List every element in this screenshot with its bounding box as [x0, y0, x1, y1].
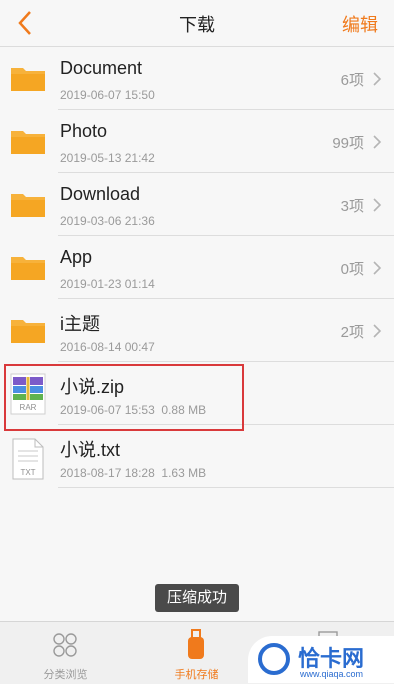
file-size: 1.63 MB — [161, 466, 207, 480]
file-row-photo[interactable]: Photo 2019-05-13 21:42 99项 — [0, 110, 394, 173]
file-date: 2019-01-23 01:14 — [60, 277, 155, 291]
tab-label: 手机存储 — [174, 669, 219, 681]
item-count: 0项 — [340, 261, 364, 278]
watermark: 恰卡网 www.qiaqa.com — [248, 636, 394, 683]
folder-icon — [11, 257, 45, 280]
row-divider — [58, 487, 394, 488]
item-count: 3项 — [340, 198, 364, 215]
file-date: 2019-06-07 15:50 — [60, 88, 155, 102]
file-date: 2019-05-13 21:42 — [60, 151, 155, 165]
file-meta: 2018-08-17 18:28 1.63 MB — [60, 466, 206, 480]
toast-message: 压缩成功 — [155, 584, 239, 612]
grid-icon — [53, 633, 77, 657]
file-name: 小说.txt — [60, 440, 121, 460]
folder-icon — [11, 320, 45, 343]
file-date: 2019-03-06 21:36 — [60, 214, 155, 228]
page-title: 下载 — [179, 15, 215, 35]
file-date: 2016-08-14 00:47 — [60, 340, 155, 354]
watermark-url: www.qiaqa.com — [300, 669, 364, 679]
file-row-document[interactable]: Document 2019-06-07 15:50 6项 — [0, 47, 394, 110]
tab-label: 分类浏览 — [43, 669, 88, 681]
item-count: 99项 — [332, 135, 364, 152]
txt-icon: TXT — [12, 438, 44, 480]
highlight-box — [4, 364, 244, 431]
file-row-download[interactable]: Download 2019-03-06 21:36 3项 — [0, 173, 394, 236]
file-name: App — [60, 247, 93, 267]
chevron-right-icon — [373, 261, 382, 275]
file-name: Photo — [60, 121, 108, 141]
chevron-right-icon — [373, 135, 382, 149]
file-row-app[interactable]: App 2019-01-23 01:14 0项 — [0, 236, 394, 299]
edit-button[interactable]: 编辑 — [342, 11, 378, 37]
file-row-i-theme[interactable]: i主题 2016-08-14 00:47 2项 — [0, 299, 394, 362]
file-name: Document — [60, 58, 143, 78]
tab-category-browse[interactable]: 分类浏览 — [0, 622, 131, 684]
txt-icon-label: TXT — [20, 468, 35, 477]
chevron-right-icon — [373, 324, 382, 338]
file-name: Download — [60, 184, 141, 204]
file-name: i主题 — [60, 314, 100, 334]
chevron-right-icon — [373, 198, 382, 212]
phone-storage-icon — [188, 629, 204, 659]
folder-icon — [11, 131, 45, 154]
folder-icon — [11, 68, 45, 91]
item-count: 6项 — [340, 72, 364, 89]
tab-phone-storage[interactable]: 手机存储 — [131, 622, 262, 684]
watermark-logo-icon — [258, 643, 290, 675]
file-date: 2018-08-17 18:28 — [60, 466, 155, 480]
item-count: 2项 — [340, 324, 364, 341]
folder-icon — [11, 194, 45, 217]
top-bar: 下载 编辑 — [0, 0, 394, 47]
file-row-txt[interactable]: TXT 小说.txt 2018-08-17 18:28 1.63 MB — [0, 425, 394, 488]
chevron-right-icon — [373, 72, 382, 86]
